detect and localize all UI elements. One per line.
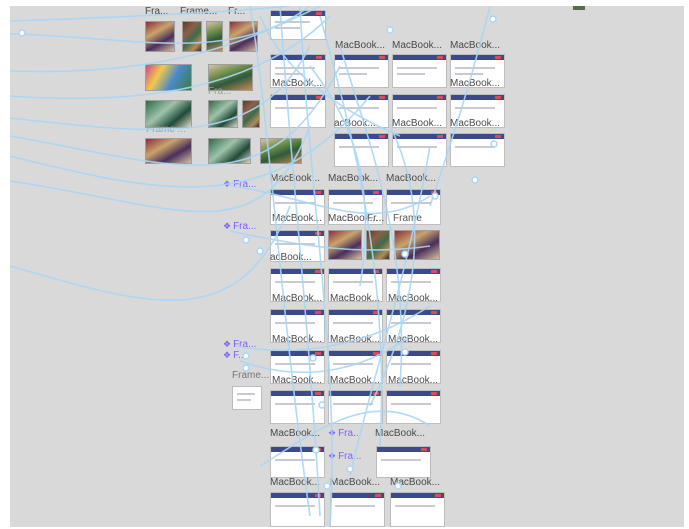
prototype-connections — [10, 6, 498, 527]
design-canvas[interactable]: Fra... Frame... Fr... Fra... Frame ... M… — [10, 6, 684, 527]
small-thumbnail-marker[interactable] — [573, 6, 585, 10]
